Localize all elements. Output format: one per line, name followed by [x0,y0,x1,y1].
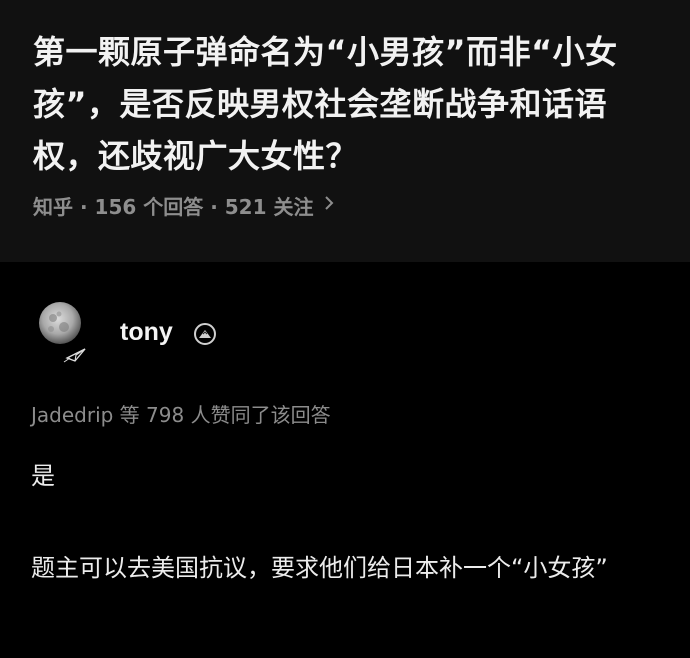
answer-paragraph: 题主可以去美国抗议，要求他们给日本补一个“小女孩” [31,554,608,582]
question-meta-text: 知乎 · 156 个回答 · 521 关注 [33,195,314,219]
chevron-right-icon [323,195,335,216]
answer-paragraph: 是 [31,462,55,490]
question-card: 第一颗原子弹命名为“小男孩”而非“小女孩”，是否反映男权社会垄断战争和话语权，还… [0,0,690,262]
verified-badge-icon [192,321,218,347]
answer-card: tony Jadedrip 等 798 人赞同了该回答 是 题主可以去美国抗议，… [0,266,690,658]
moon-avatar-icon [39,302,86,363]
author-name[interactable]: tony [120,318,173,347]
question-meta[interactable]: 知乎 · 156 个回答 · 521 关注 [33,191,335,220]
author-avatar[interactable] [31,296,101,366]
voters-count[interactable]: Jadedrip 等 798 人赞同了该回答 [31,399,331,428]
question-title[interactable]: 第一颗原子弹命名为“小男孩”而非“小女孩”，是否反映男权社会垄断战争和话语权，还… [33,26,658,182]
